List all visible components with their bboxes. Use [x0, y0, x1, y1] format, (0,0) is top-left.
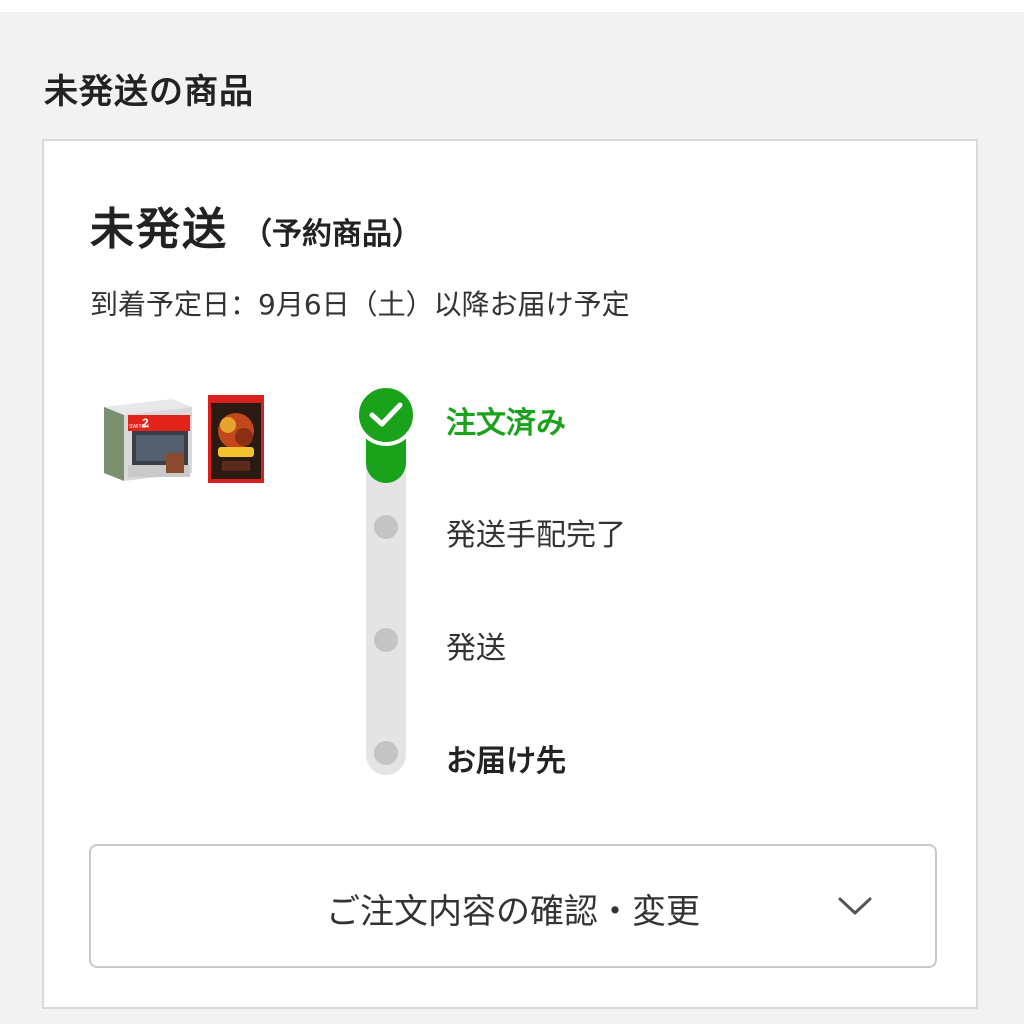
- order-confirm-change-button[interactable]: ご注文内容の確認・変更: [89, 844, 937, 968]
- top-divider: [0, 0, 1024, 12]
- step-label-shipped: 発送: [446, 631, 506, 666]
- checkmark-icon: [369, 402, 403, 427]
- order-card: 未発送 （予約商品） 到着予定日：9月6日（土）以降お届け予定 2 SWITCH: [42, 139, 978, 1009]
- order-status: 未発送: [90, 204, 228, 255]
- order-status-note: （予約商品）: [242, 217, 422, 252]
- page: 未発送の商品 未発送 （予約商品） 到着予定日：9月6日（土）以降お届け予定 2 …: [0, 0, 1024, 1024]
- step-dot-arranged: [374, 515, 398, 539]
- arrival-date: 到着予定日：9月6日（土）以降お届け予定: [90, 288, 630, 321]
- order-status-heading: 未発送 （予約商品）: [90, 193, 422, 257]
- step-label-destination[interactable]: お届け先: [446, 736, 566, 780]
- step-dot-destination: [374, 741, 398, 765]
- product-image-console[interactable]: 2 SWITCH: [102, 393, 194, 485]
- chevron-down-icon: [838, 897, 872, 915]
- section-title: 未発送の商品: [44, 72, 254, 112]
- step-label-arranged: 発送手配完了: [446, 518, 626, 553]
- product-image-game[interactable]: [208, 395, 264, 483]
- step-completed-indicator: [355, 384, 417, 446]
- console-box-brand: SWITCH: [129, 424, 149, 430]
- step-label-ordered: 注文済み: [446, 406, 566, 441]
- step-dot-shipped: [374, 628, 398, 652]
- order-confirm-change-label: ご注文内容の確認・変更: [326, 892, 700, 932]
